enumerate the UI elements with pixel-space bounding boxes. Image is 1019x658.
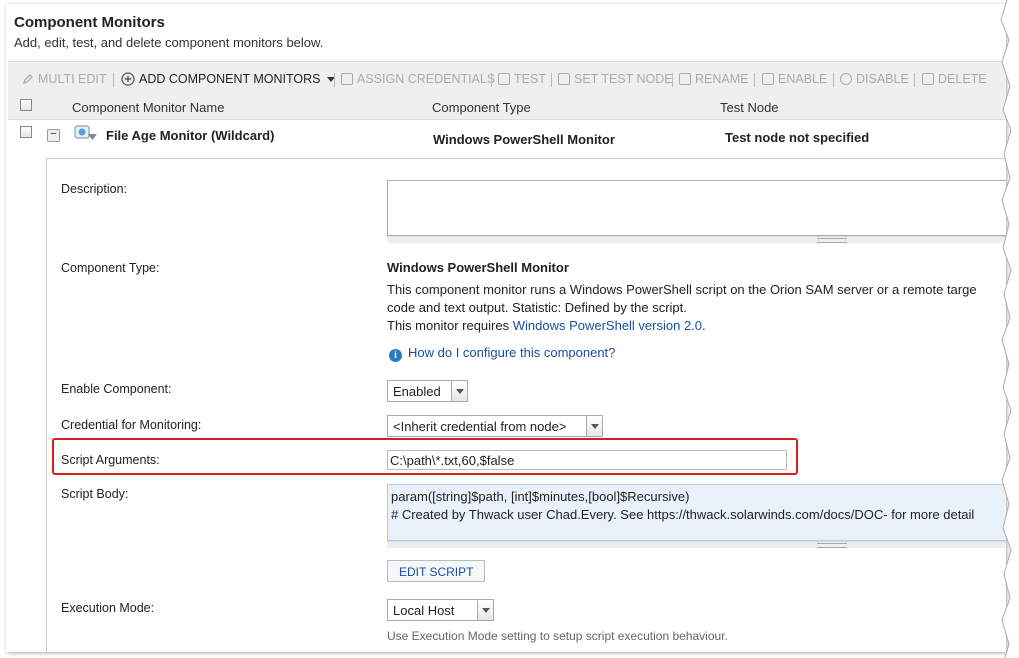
table-header: Component Monitor Name Component Type Te… (8, 95, 1006, 120)
add-component-monitors-label: ADD COMPONENT MONITORS (139, 72, 321, 86)
disable-button[interactable]: DISABLE (840, 72, 909, 86)
column-header-type: Component Type (432, 100, 531, 115)
enable-label: ENABLE (778, 72, 828, 86)
script-body-line-1: param([string]$path, [int]$minutes,[bool… (391, 489, 690, 504)
execution-mode-select[interactable]: Local Host (387, 599, 494, 621)
row-checkbox[interactable] (20, 126, 32, 138)
select-all-checkbox[interactable] (20, 99, 32, 111)
info-icon: i (389, 349, 402, 362)
toolbar-divider (914, 73, 915, 87)
credential-label: Credential for Monitoring: (61, 418, 202, 432)
credentials-icon (341, 73, 353, 85)
monitor-test-node: Test node not specified (725, 130, 870, 145)
component-type-label: Component Type: (61, 261, 160, 275)
column-header-node: Test Node (720, 100, 779, 115)
component-type-description: This component monitor runs a Windows Po… (387, 282, 977, 297)
delete-label: DELETE (938, 72, 987, 86)
requires-prefix: This monitor requires (387, 318, 513, 333)
enable-button[interactable]: ENABLE (762, 72, 827, 86)
disable-label: DISABLE (856, 72, 909, 86)
powershell-version-link[interactable]: Windows PowerShell version 2.0 (513, 318, 702, 333)
script-body-line-2: # Created by Thwack user Chad.Every. See… (391, 507, 975, 522)
torn-edge-decoration (1000, 0, 1019, 658)
description-textarea[interactable] (387, 180, 1006, 236)
plus-circle-icon (121, 72, 135, 86)
collapse-button[interactable]: − (47, 129, 60, 142)
toolbar-divider (833, 73, 834, 87)
column-header-name: Component Monitor Name (72, 100, 225, 115)
enable-component-label: Enable Component: (61, 382, 172, 396)
powershell-monitor-icon (74, 125, 98, 143)
how-to-configure-link[interactable]: How do I configure this component? (408, 345, 615, 360)
component-type-title: Windows PowerShell Monitor (387, 260, 569, 275)
chevron-down-icon (477, 600, 493, 620)
requires-suffix: . (702, 318, 706, 333)
component-monitors-panel: Component Monitors Add, edit, test, and … (6, 4, 1006, 652)
execution-mode-hint: Use Execution Mode setting to setup scri… (387, 629, 728, 643)
credential-select[interactable]: <Inherit credential from node> (387, 415, 603, 437)
enable-component-select[interactable]: Enabled (387, 380, 468, 402)
monitor-name[interactable]: File Age Monitor (Wildcard) (106, 128, 274, 143)
toolbar-divider (113, 73, 114, 87)
monitor-type: Windows PowerShell Monitor (433, 132, 615, 147)
set-test-node-icon (558, 73, 570, 85)
delete-button[interactable]: DELETE (922, 72, 987, 86)
toolbar-divider (754, 73, 755, 87)
pencil-icon (22, 73, 34, 85)
edit-script-button[interactable]: EDIT SCRIPT (387, 560, 486, 582)
multi-edit-label: MULTI EDIT (38, 72, 107, 86)
toolbar-divider (334, 73, 335, 87)
rename-button[interactable]: RENAME (679, 72, 748, 86)
chevron-down-icon (451, 381, 467, 401)
script-resize-grip[interactable] (387, 541, 1006, 548)
rename-label: RENAME (695, 72, 749, 86)
toolbar-divider (551, 73, 552, 87)
help-link-row[interactable]: i How do I configure this component? (389, 345, 615, 362)
component-type-description-2: code and text output. Statistic: Defined… (387, 300, 687, 315)
page-title: Component Monitors (14, 14, 165, 31)
table-row: − File Age Monitor (Wildcard) Windows Po… (8, 120, 1006, 160)
trash-icon (922, 73, 934, 85)
test-label: TEST (514, 72, 546, 86)
credential-value: <Inherit credential from node> (393, 419, 567, 434)
textarea-resize-grip[interactable] (387, 236, 1006, 243)
multi-edit-button[interactable]: MULTI EDIT (22, 72, 107, 86)
description-label: Description: (61, 182, 127, 196)
set-test-node-label: SET TEST NODE (574, 72, 673, 86)
test-icon (498, 73, 510, 85)
component-detail-panel: Description: Component Type: Windows Pow… (46, 158, 1006, 652)
page-subtitle: Add, edit, test, and delete component mo… (14, 35, 324, 50)
disable-icon (840, 73, 852, 85)
chevron-down-icon (586, 416, 602, 436)
execution-mode-value: Local Host (393, 603, 455, 618)
assign-credentials-button[interactable]: ASSIGN CREDENTIALS (341, 72, 495, 86)
toolbar-divider (491, 73, 492, 87)
assign-credentials-label: ASSIGN CREDENTIALS (357, 72, 496, 86)
rename-icon (679, 73, 691, 85)
enable-component-value: Enabled (393, 384, 441, 399)
requires-text: This monitor requires Windows PowerShell… (387, 318, 706, 333)
toolbar-divider (672, 73, 673, 87)
script-arguments-highlight (52, 438, 798, 475)
script-body-label: Script Body: (61, 487, 129, 501)
test-button[interactable]: TEST (498, 72, 546, 86)
set-test-node-button[interactable]: SET TEST NODE (558, 72, 673, 86)
script-body-textarea[interactable]: param([string]$path, [int]$minutes,[bool… (387, 484, 1006, 541)
toolbar: MULTI EDIT ADD COMPONENT MONITORS ASSIGN… (8, 61, 1006, 96)
add-component-monitors-button[interactable]: ADD COMPONENT MONITORS (121, 72, 335, 86)
enable-icon (762, 73, 774, 85)
execution-mode-label: Execution Mode: (61, 601, 155, 615)
